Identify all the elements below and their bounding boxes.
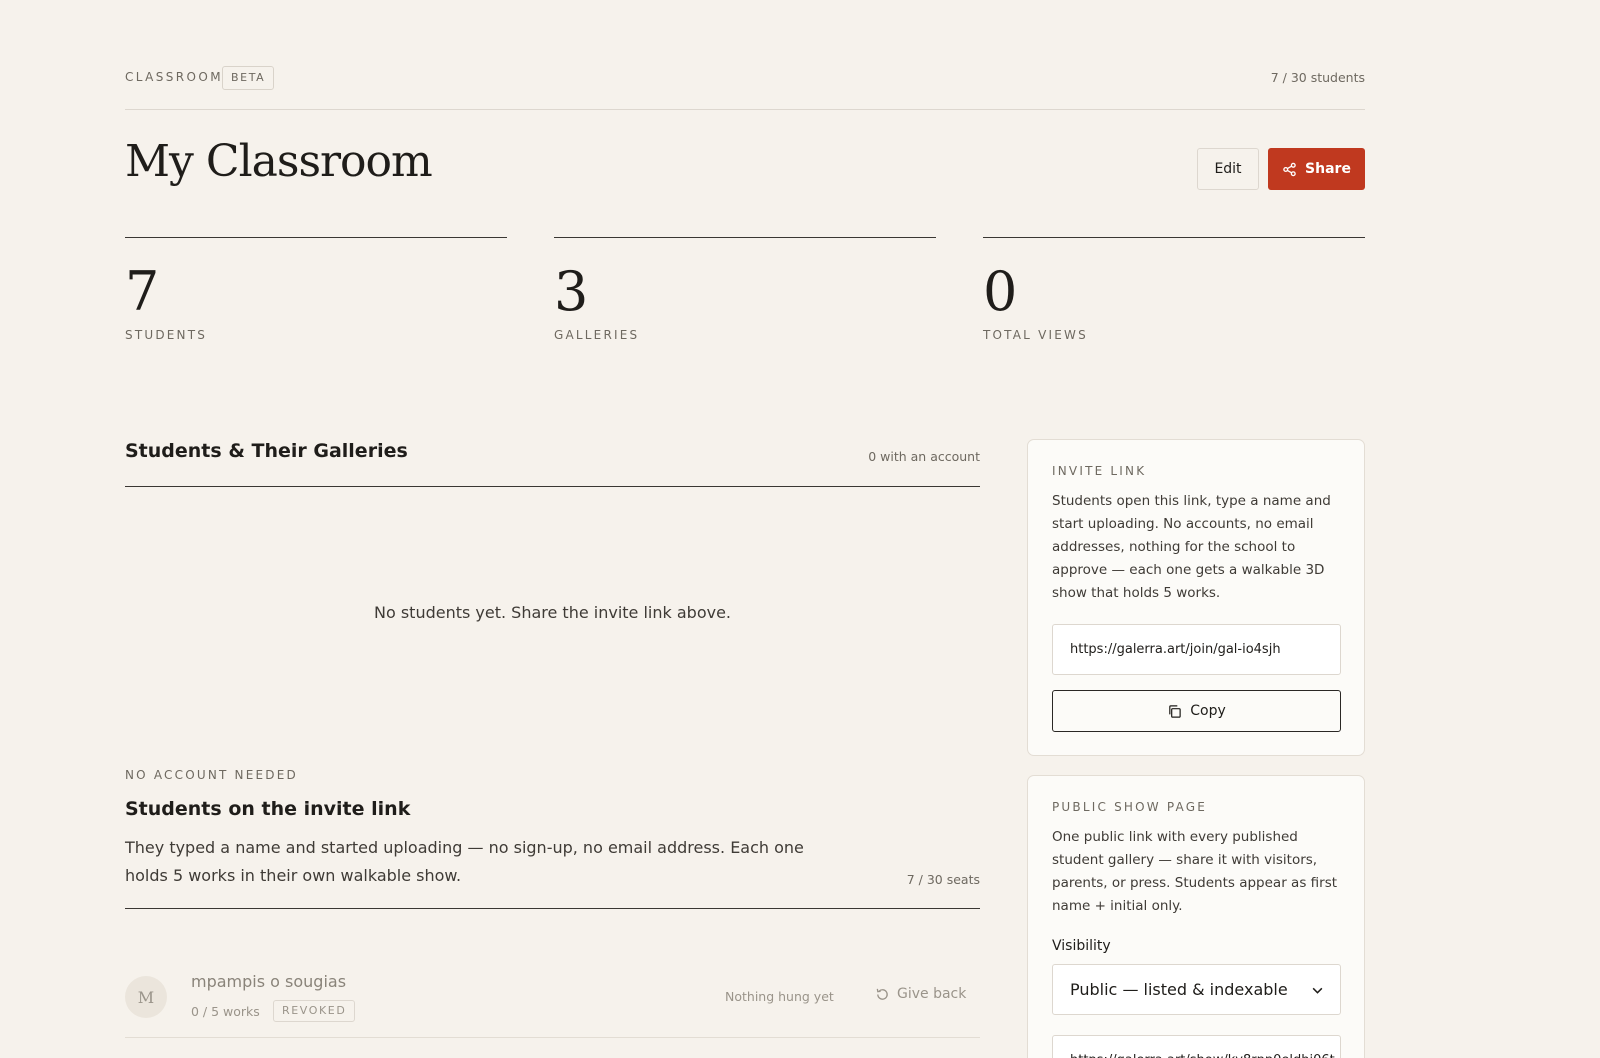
public-show-eyebrow: PUBLIC SHOW PAGE [1052, 800, 1207, 814]
stat-label: GALLERIES [554, 328, 640, 342]
beta-badge: BETA [222, 66, 275, 90]
account-count: 0 with an account [868, 449, 980, 464]
invite-url-field[interactable]: https://galerra.art/join/gal-io4sjh [1052, 624, 1341, 675]
section-eyebrow: CLASSROOM [125, 70, 223, 84]
stat-galleries: 3 GALLERIES [554, 237, 936, 342]
copy-icon [1169, 704, 1181, 718]
edit-button[interactable]: Edit [1197, 148, 1259, 190]
share-label: Share [1305, 161, 1351, 177]
share-button[interactable]: Share [1268, 148, 1365, 190]
stat-value: 0 [983, 260, 1018, 323]
visibility-label: Visibility [1052, 938, 1111, 954]
stat-students: 7 STUDENTS [125, 237, 507, 342]
no-account-eyebrow: NO ACCOUNT NEEDED [125, 768, 298, 782]
invite-students-description: They typed a name and started uploading … [125, 838, 804, 885]
public-show-url-field[interactable]: https://galerra.art/show/kv8rpp0eldhi06t [1052, 1035, 1341, 1058]
visibility-value: Public — listed & indexable [1070, 980, 1288, 999]
stat-label: TOTAL VIEWS [983, 328, 1088, 342]
revoked-badge: REVOKED [273, 1000, 356, 1022]
share-icon [1283, 162, 1296, 176]
students-section-title: Students & Their Galleries [125, 440, 408, 462]
copy-button[interactable]: Copy [1052, 690, 1341, 732]
page-title: My Classroom [125, 136, 433, 187]
page: CLASSROOM BETA 7 / 30 students My Classr… [125, 0, 1365, 1058]
divider [125, 908, 980, 909]
top-bar: CLASSROOM BETA 7 / 30 students [125, 66, 1365, 110]
invite-link-card: INVITE LINK Students open this link, typ… [1027, 439, 1365, 756]
chevron-down-icon [1312, 987, 1323, 994]
student-count: 7 / 30 students [1270, 70, 1365, 85]
copy-label: Copy [1190, 703, 1226, 719]
gallery-status: Nothing hung yet [725, 989, 834, 1004]
give-back-label: Give back [897, 986, 967, 1002]
stat-total-views: 0 TOTAL VIEWS [983, 237, 1365, 342]
public-show-card: PUBLIC SHOW PAGE One public link with ev… [1027, 775, 1365, 1058]
invite-students-title: Students on the invite link [125, 798, 411, 820]
student-row: M mpampis o sougias 0 / 5 works REVOKED … [125, 960, 980, 1038]
divider [125, 486, 980, 487]
undo-icon [876, 988, 888, 1000]
student-name: mpampis o sougias [191, 972, 347, 991]
seat-count: 7 / 30 seats [906, 872, 980, 887]
invite-link-description: Students open this link, type a name and… [1052, 493, 1331, 601]
give-back-button[interactable]: Give back [875, 986, 966, 1002]
empty-state-message: No students yet. Share the invite link a… [373, 603, 732, 622]
avatar: M [125, 976, 167, 1018]
invite-link-eyebrow: INVITE LINK [1052, 464, 1147, 478]
work-count: 0 / 5 works [191, 1004, 260, 1019]
public-show-description: One public link with every published stu… [1052, 829, 1338, 914]
stat-label: STUDENTS [125, 328, 208, 342]
stat-value: 7 [125, 260, 160, 323]
stat-value: 3 [554, 260, 589, 323]
visibility-select[interactable]: Public — listed & indexable [1052, 964, 1341, 1015]
